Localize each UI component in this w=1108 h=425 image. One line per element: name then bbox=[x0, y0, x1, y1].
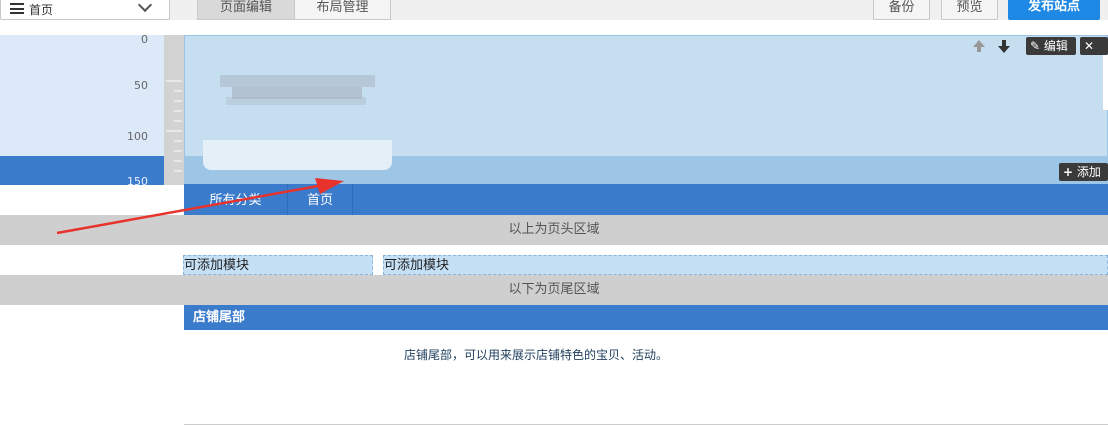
editor-root: 首页 页面编辑 布局管理 备份 预览 发布站点 150 0 50 100 ✎ 编… bbox=[0, 0, 1108, 425]
annotation-arrow bbox=[56, 178, 344, 235]
